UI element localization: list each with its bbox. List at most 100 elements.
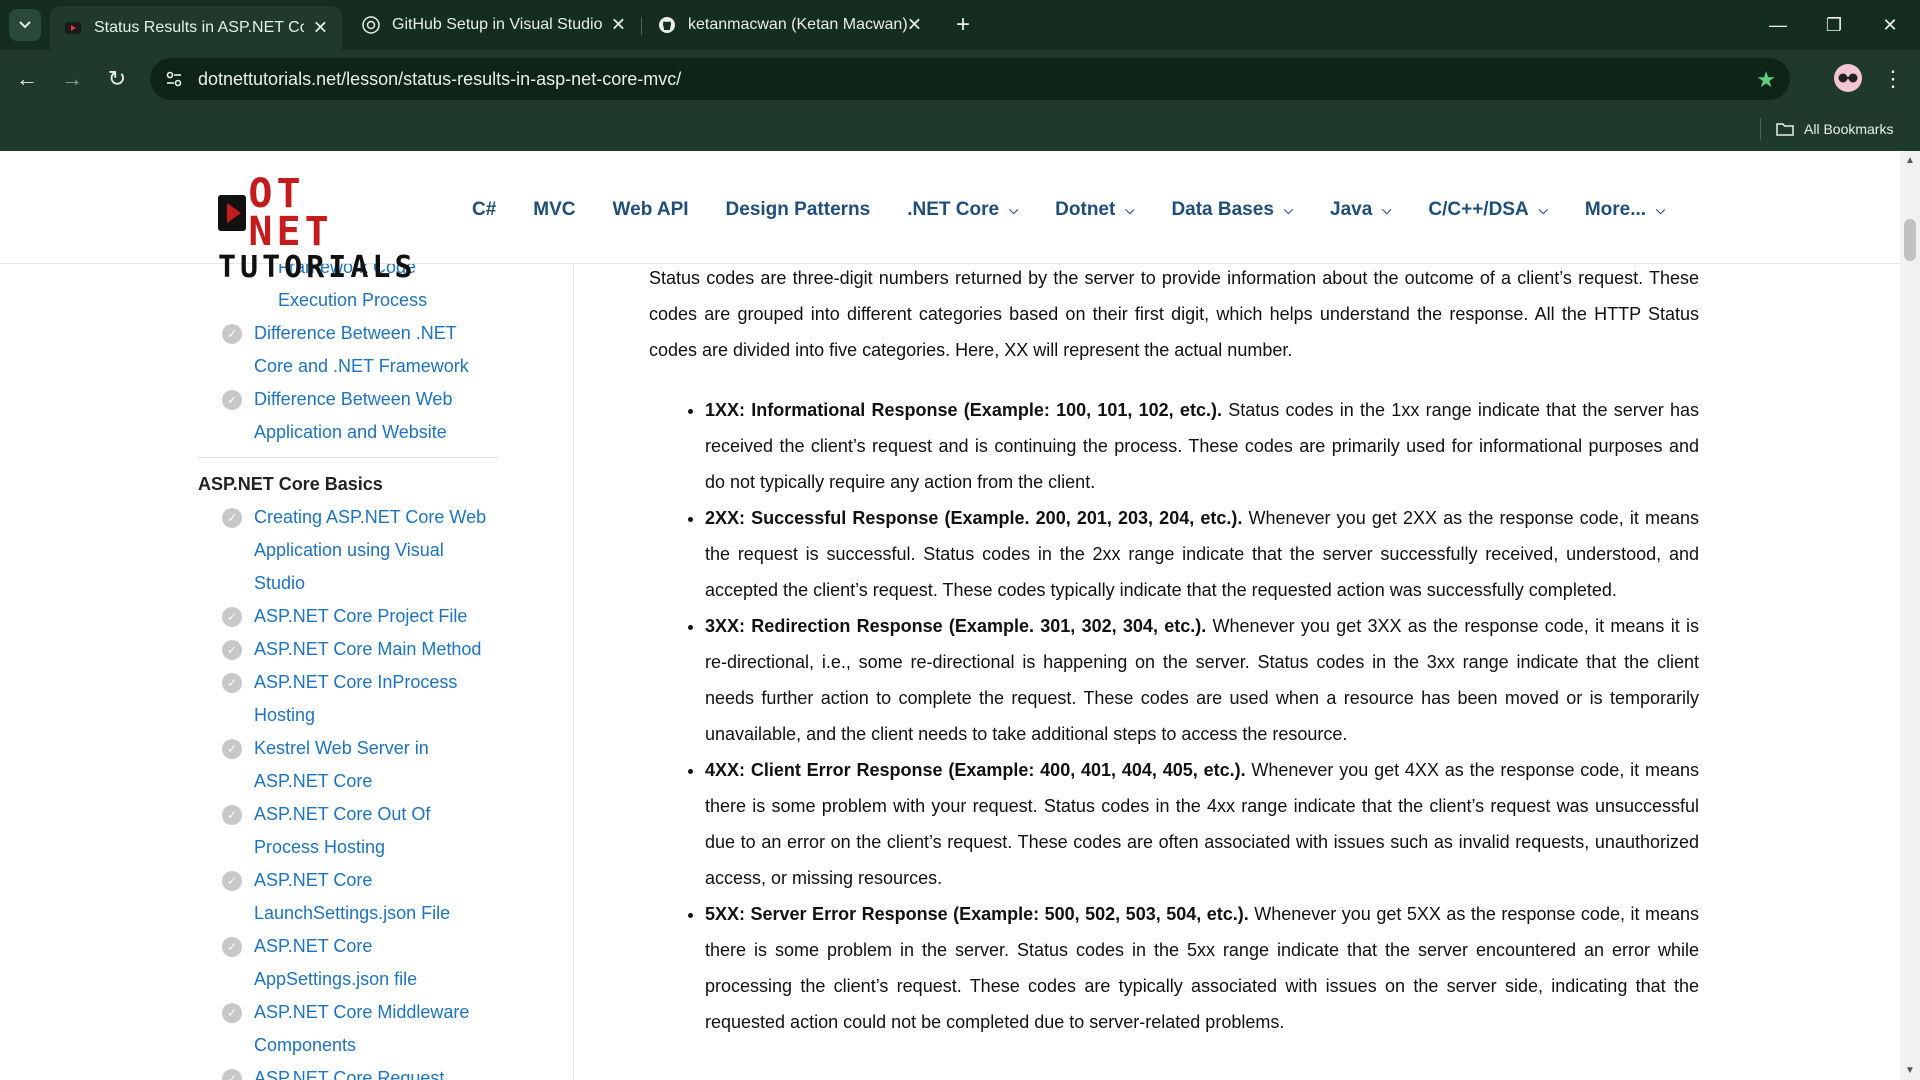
- sidebar-item-request[interactable]: ✓ ASP.NET Core Request: [222, 1062, 500, 1080]
- all-bookmarks-button[interactable]: All Bookmarks: [1776, 116, 1893, 142]
- nav-design-patterns[interactable]: Design Patterns: [726, 199, 871, 221]
- check-circle-icon: ✓: [222, 508, 242, 528]
- page-viewport[interactable]: OT NET TUTORIALS C# MVC Web API Design P…: [0, 151, 1920, 1080]
- sidebar-item-kestrel[interactable]: ✓ Kestrel Web Server in ASP.NET Core: [222, 732, 500, 798]
- scroll-up-icon[interactable]: ▲: [1905, 155, 1915, 166]
- tab-status-results[interactable]: Status Results in ASP.NET Core ✕: [50, 6, 342, 50]
- sidebar-item-net-core-vs-framework[interactable]: ✓ Difference Between .NET Core and .NET F…: [222, 317, 500, 383]
- reload-button[interactable]: ↻: [102, 64, 132, 94]
- check-circle-icon: ✓: [222, 640, 242, 660]
- nav-data-bases[interactable]: Data Bases ⌵: [1171, 199, 1293, 221]
- site-logo[interactable]: OT NET TUTORIALS: [218, 174, 413, 283]
- sidebar-item-out-of-process[interactable]: ✓ ASP.NET Core Out Of Process Hosting: [222, 798, 500, 864]
- status-code-list: 1XX: Informational Response (Example: 10…: [649, 392, 1699, 1040]
- sidebar-item-label: ASP.NET Core Out Of Process Hosting: [254, 804, 431, 857]
- folder-icon: [1776, 123, 1794, 136]
- nav-c-cpp-dsa[interactable]: C/C++/DSA ⌵: [1428, 199, 1547, 221]
- profile-avatar[interactable]: [1834, 64, 1862, 92]
- check-circle-icon: ✓: [222, 1069, 242, 1080]
- close-window-button[interactable]: ✕: [1876, 12, 1904, 38]
- scrollbar-thumb[interactable]: [1904, 219, 1916, 261]
- sidebar-item-appsettings[interactable]: ✓ ASP.NET Core AppSettings.json file: [222, 930, 500, 996]
- tab-title: Status Results in ASP.NET Core: [94, 19, 304, 36]
- page-scrollbar[interactable]: ▲ ▼: [1900, 151, 1920, 1080]
- list-item-title: 5XX: Server Error Response (Example: 500…: [705, 904, 1249, 924]
- browser-menu-button[interactable]: ⋮: [1882, 64, 1904, 94]
- check-circle-icon: ✓: [222, 937, 242, 957]
- article-content: Status codes are three-digit numbers ret…: [649, 260, 1699, 1040]
- chevron-down-icon: ⌵: [1382, 202, 1392, 217]
- sidebar-item-label: ASP.NET Core Main Method: [254, 639, 482, 659]
- nav-net-core[interactable]: .NET Core ⌵: [907, 199, 1018, 221]
- nav-dotnet[interactable]: Dotnet ⌵: [1055, 199, 1134, 221]
- tab-search-button[interactable]: [9, 9, 41, 41]
- nav-label: MVC: [533, 199, 576, 220]
- lesson-sidebar: Framework Code Execution Process ✓ Differ…: [198, 251, 500, 1080]
- nav-mvc[interactable]: MVC: [533, 199, 575, 221]
- tab-separator: [641, 17, 642, 35]
- sidebar-item-label: ASP.NET Core AppSettings.json file: [254, 936, 418, 989]
- list-item: 1XX: Informational Response (Example: 10…: [705, 392, 1699, 500]
- main-navigation: C# MVC Web API Design Patterns .NET Core…: [472, 195, 1702, 225]
- url-text: dotnettutorials.net/lesson/status-result…: [198, 68, 682, 89]
- sidebar-item-inprocess-hosting[interactable]: ✓ ASP.NET Core InProcess Hosting: [222, 666, 500, 732]
- check-circle-icon: ✓: [222, 805, 242, 825]
- glasses-icon: [1838, 73, 1858, 83]
- list-item-title: 1XX: Informational Response (Example: 10…: [705, 400, 1222, 420]
- sidebar-section-heading: ASP.NET Core Basics: [198, 474, 383, 494]
- sidebar-divider: [198, 457, 498, 458]
- logo-line2: TUTORIALS: [218, 250, 417, 285]
- nav-label: Design Patterns: [725, 199, 871, 220]
- github-favicon-icon: [658, 16, 676, 34]
- chevron-down-icon: ⌵: [1125, 202, 1135, 217]
- nav-csharp[interactable]: C#: [472, 199, 496, 221]
- chevron-down-icon: ⌵: [1656, 202, 1666, 217]
- chevron-down-icon: ⌵: [1538, 202, 1548, 217]
- close-icon[interactable]: ✕: [611, 15, 626, 36]
- nav-java[interactable]: Java ⌵: [1330, 199, 1391, 221]
- close-icon[interactable]: ✕: [313, 18, 328, 39]
- new-tab-button[interactable]: +: [950, 12, 976, 38]
- content-divider: [573, 264, 574, 1080]
- tab-title: GitHub Setup in Visual Studio: [392, 16, 603, 33]
- back-button[interactable]: ←: [12, 64, 42, 94]
- sidebar-item-creating-web-app[interactable]: ✓ Creating ASP.NET Core Web Application u…: [222, 501, 500, 600]
- minimize-button[interactable]: —: [1764, 12, 1792, 38]
- check-circle-icon: ✓: [222, 739, 242, 759]
- sidebar-item-label: ASP.NET Core Project File: [254, 606, 468, 626]
- sidebar-item-middleware[interactable]: ✓ ASP.NET Core Middleware Components: [222, 996, 500, 1062]
- chevron-down-icon: ⌵: [1283, 202, 1293, 217]
- bookmarks-bar: All Bookmarks: [0, 108, 1920, 151]
- article-intro: Status codes are three-digit numbers ret…: [649, 268, 1699, 360]
- sidebar-item-project-file[interactable]: ✓ ASP.NET Core Project File: [222, 600, 500, 633]
- bookmark-star-icon[interactable]: ★: [1756, 67, 1776, 93]
- sidebar-item-launchsettings[interactable]: ✓ ASP.NET Core LaunchSettings.json File: [222, 864, 500, 930]
- browser-chrome: Status Results in ASP.NET Core ✕ GitHub …: [0, 0, 1920, 151]
- forward-button[interactable]: →: [57, 64, 87, 94]
- scroll-down-icon[interactable]: ▼: [1905, 1065, 1915, 1076]
- site-settings-icon[interactable]: [162, 67, 186, 91]
- sidebar-item-label: Kestrel Web Server in ASP.NET Core: [254, 738, 429, 791]
- nav-more[interactable]: More... ⌵: [1585, 199, 1665, 221]
- chevron-down-icon: ⌵: [1009, 202, 1019, 217]
- address-bar[interactable]: dotnettutorials.net/lesson/status-result…: [150, 58, 1790, 100]
- tab-github-setup[interactable]: GitHub Setup in Visual Studio ✕: [348, 6, 640, 44]
- nav-web-api[interactable]: Web API: [613, 199, 689, 221]
- check-circle-icon: ✓: [222, 324, 242, 344]
- nav-label: C/C++/DSA: [1428, 199, 1529, 220]
- nav-label: More...: [1584, 199, 1647, 220]
- list-item-title: 2XX: Successful Response (Example. 200, …: [705, 508, 1243, 528]
- sidebar-item-label: ASP.NET Core LaunchSettings.json File: [254, 870, 451, 923]
- nav-label: .NET Core: [907, 199, 1000, 220]
- list-item: 5XX: Server Error Response (Example: 500…: [705, 896, 1699, 1040]
- sidebar-item-main-method[interactable]: ✓ ASP.NET Core Main Method: [222, 633, 500, 666]
- all-bookmarks-label: All Bookmarks: [1804, 121, 1894, 137]
- tab-github-profile[interactable]: ketanmacwan (Ketan Macwan) ✕: [644, 6, 936, 44]
- logo-play-icon: [218, 195, 247, 231]
- restore-button[interactable]: ❐: [1820, 12, 1848, 38]
- sidebar-item-webapp-vs-website[interactable]: ✓ Difference Between Web Application and …: [222, 383, 500, 449]
- check-circle-icon: ✓: [222, 673, 242, 693]
- list-item-title: 4XX: Client Error Response (Example: 400…: [705, 760, 1246, 780]
- close-icon[interactable]: ✕: [907, 15, 922, 36]
- list-item-title: 3XX: Redirection Response (Example. 301,…: [705, 616, 1207, 636]
